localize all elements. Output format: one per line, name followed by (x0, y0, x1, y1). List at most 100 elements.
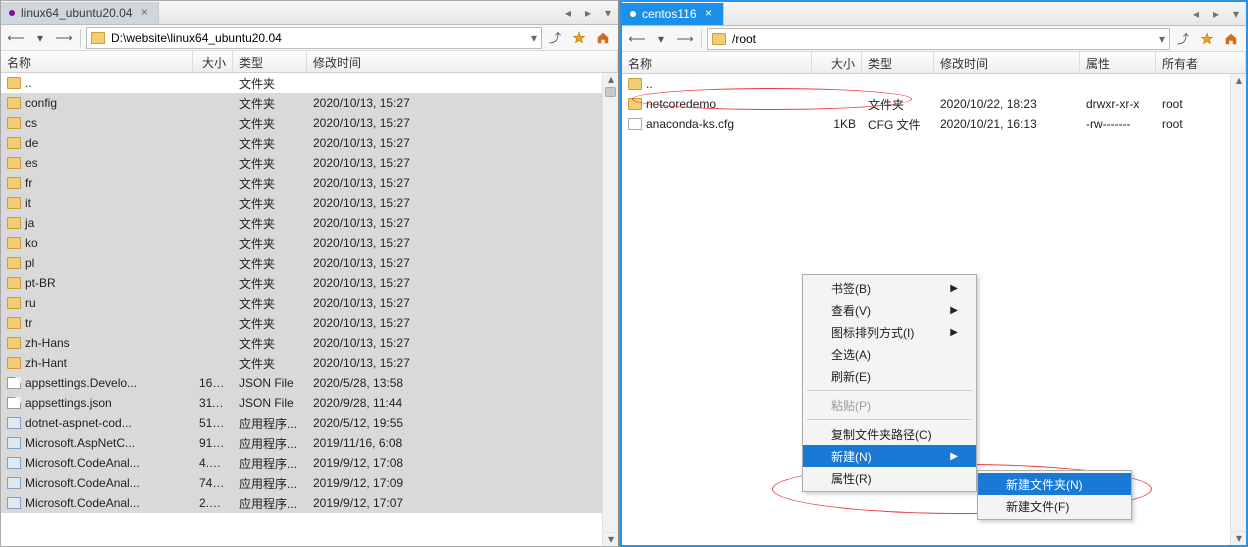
left-toolbar: ⟵ ▾ ⟶ D:\website\linux64_ubuntu20.04 ▾ ⤴ (1, 25, 618, 51)
table-row[interactable]: Microsoft.AspNetC...915KB应用程序...2019/11/… (1, 433, 618, 453)
table-row[interactable]: zh-Hant文件夹2020/10/13, 15:27 (1, 353, 618, 373)
left-file-list[interactable]: ..文件夹config文件夹2020/10/13, 15:27cs文件夹2020… (1, 73, 618, 546)
context-menu-item[interactable]: 图标排列方式(I)▶ (803, 321, 976, 343)
table-row[interactable]: zh-Hans文件夹2020/10/13, 15:27 (1, 333, 618, 353)
chevron-down-icon[interactable]: ▾ (531, 31, 537, 45)
close-icon[interactable]: × (703, 8, 715, 20)
bookmark-icon[interactable] (1196, 28, 1218, 50)
address-text: D:\website\linux64_ubuntu20.04 (111, 31, 282, 45)
table-row[interactable]: it文件夹2020/10/13, 15:27 (1, 193, 618, 213)
table-row[interactable]: dotnet-aspnet-cod...51KB应用程序...2020/5/12… (1, 413, 618, 433)
col-owner[interactable]: 所有者 (1156, 52, 1246, 73)
folder-icon (91, 32, 105, 44)
back-icon[interactable]: ⟵ (5, 27, 27, 49)
table-row[interactable]: ru文件夹2020/10/13, 15:27 (1, 293, 618, 313)
scroll-down-icon[interactable]: ▾ (603, 532, 618, 546)
context-menu-item[interactable]: 复制文件夹路径(C) (803, 423, 976, 445)
table-row[interactable]: anaconda-ks.cfg1KBCFG 文件2020/10/21, 16:1… (622, 114, 1246, 134)
table-row[interactable]: cs文件夹2020/10/13, 15:27 (1, 113, 618, 133)
folder-icon (7, 177, 21, 189)
table-row[interactable]: pt-BR文件夹2020/10/13, 15:27 (1, 273, 618, 293)
tab-prev-icon[interactable]: ◂ (558, 2, 578, 24)
folder-icon (7, 217, 21, 229)
back-icon[interactable]: ⟵ (626, 28, 648, 50)
history-icon[interactable]: ▾ (29, 27, 51, 49)
context-menu-item[interactable]: 全选(A) (803, 343, 976, 365)
context-submenu-item[interactable]: 新建文件夹(N) (978, 473, 1131, 495)
bookmark-icon[interactable] (568, 27, 590, 49)
scroll-down-icon[interactable]: ▾ (1231, 531, 1246, 545)
json-icon (7, 397, 21, 409)
context-menu-item[interactable]: 刷新(E) (803, 365, 976, 387)
col-size[interactable]: 大小 (812, 52, 862, 73)
table-row[interactable]: netcoredemo文件夹2020/10/22, 18:23drwxr-xr-… (622, 94, 1246, 114)
exe-icon (7, 417, 21, 429)
table-row[interactable]: ja文件夹2020/10/13, 15:27 (1, 213, 618, 233)
scroll-thumb[interactable] (605, 87, 616, 97)
forward-icon[interactable]: ⟶ (674, 28, 696, 50)
tab-next-icon[interactable]: ▸ (578, 2, 598, 24)
col-mtime[interactable]: 修改时间 (934, 52, 1080, 73)
right-column-headers: 名称 大小 类型 修改时间 属性 所有者 (622, 52, 1246, 74)
tab-menu-icon[interactable]: ▾ (598, 2, 618, 24)
close-icon[interactable]: × (138, 7, 150, 19)
col-name[interactable]: 名称 (1, 51, 193, 72)
folder-icon (712, 33, 726, 45)
context-menu: 书签(B)▶查看(V)▶图标排列方式(I)▶全选(A)刷新(E)粘贴(P)复制文… (802, 274, 977, 492)
right-file-list[interactable]: ..netcoredemo文件夹2020/10/22, 18:23drwxr-x… (622, 74, 1246, 545)
col-size[interactable]: 大小 (193, 51, 233, 72)
col-name[interactable]: 名称 (622, 52, 812, 73)
col-mtime[interactable]: 修改时间 (307, 51, 618, 72)
scrollbar[interactable]: ▴ ▾ (602, 73, 618, 546)
table-row[interactable]: tr文件夹2020/10/13, 15:27 (1, 313, 618, 333)
table-row[interactable]: Microsoft.CodeAnal...4.98MB应用程序...2019/9… (1, 453, 618, 473)
table-row[interactable]: ko文件夹2020/10/13, 15:27 (1, 233, 618, 253)
table-row[interactable]: config文件夹2020/10/13, 15:27 (1, 93, 618, 113)
tab-menu-icon[interactable]: ▾ (1226, 3, 1246, 25)
scrollbar[interactable]: ▴ ▾ (1230, 74, 1246, 545)
up-level-icon[interactable]: ⤴ (1172, 28, 1194, 50)
context-menu-item[interactable]: 属性(R) (803, 467, 976, 489)
scroll-up-icon[interactable]: ▴ (1231, 74, 1246, 88)
context-menu-item[interactable]: 新建(N)▶ (803, 445, 976, 467)
scroll-up-icon[interactable]: ▴ (603, 73, 618, 87)
folder-icon (7, 317, 21, 329)
up-level-icon[interactable]: ⤴ (544, 27, 566, 49)
chevron-down-icon[interactable]: ▾ (1159, 32, 1165, 46)
table-row[interactable]: appsettings.json311 BytesJSON File2020/9… (1, 393, 618, 413)
right-toolbar: ⟵ ▾ ⟶ /root ▾ ⤴ (622, 26, 1246, 52)
left-tab[interactable]: linux64_ubuntu20.04 × (1, 2, 159, 24)
folder-icon (7, 277, 21, 289)
tab-status-dot-icon (9, 10, 15, 16)
right-tab[interactable]: centos116 × (622, 3, 724, 25)
col-type[interactable]: 类型 (233, 51, 307, 72)
file-icon (628, 118, 642, 130)
table-row[interactable]: Microsoft.CodeAnal...2.38MB应用程序...2019/9… (1, 493, 618, 513)
chevron-right-icon: ▶ (950, 327, 958, 338)
chevron-right-icon: ▶ (950, 283, 958, 294)
col-type[interactable]: 类型 (862, 52, 934, 73)
tab-prev-icon[interactable]: ◂ (1186, 3, 1206, 25)
home-icon[interactable] (1220, 28, 1242, 50)
history-icon[interactable]: ▾ (650, 28, 672, 50)
left-tabstrip: linux64_ubuntu20.04 × ◂ ▸ ▾ (1, 1, 618, 25)
address-bar[interactable]: /root ▾ (707, 28, 1170, 50)
table-row[interactable]: ..文件夹 (1, 73, 618, 93)
table-row[interactable]: Microsoft.CodeAnal...743KB应用程序...2019/9/… (1, 473, 618, 493)
table-row[interactable]: .. (622, 74, 1246, 94)
table-row[interactable]: appsettings.Develo...168 BytesJSON File2… (1, 373, 618, 393)
context-submenu-item[interactable]: 新建文件(F) (978, 495, 1131, 517)
address-bar[interactable]: D:\website\linux64_ubuntu20.04 ▾ (86, 27, 542, 49)
home-icon[interactable] (592, 27, 614, 49)
right-tab-label: centos116 (642, 7, 697, 21)
tab-next-icon[interactable]: ▸ (1206, 3, 1226, 25)
table-row[interactable]: pl文件夹2020/10/13, 15:27 (1, 253, 618, 273)
forward-icon[interactable]: ⟶ (53, 27, 75, 49)
context-menu-item[interactable]: 查看(V)▶ (803, 299, 976, 321)
table-row[interactable]: es文件夹2020/10/13, 15:27 (1, 153, 618, 173)
table-row[interactable]: fr文件夹2020/10/13, 15:27 (1, 173, 618, 193)
exe-icon (7, 477, 21, 489)
col-attr[interactable]: 属性 (1080, 52, 1156, 73)
context-menu-item[interactable]: 书签(B)▶ (803, 277, 976, 299)
table-row[interactable]: de文件夹2020/10/13, 15:27 (1, 133, 618, 153)
